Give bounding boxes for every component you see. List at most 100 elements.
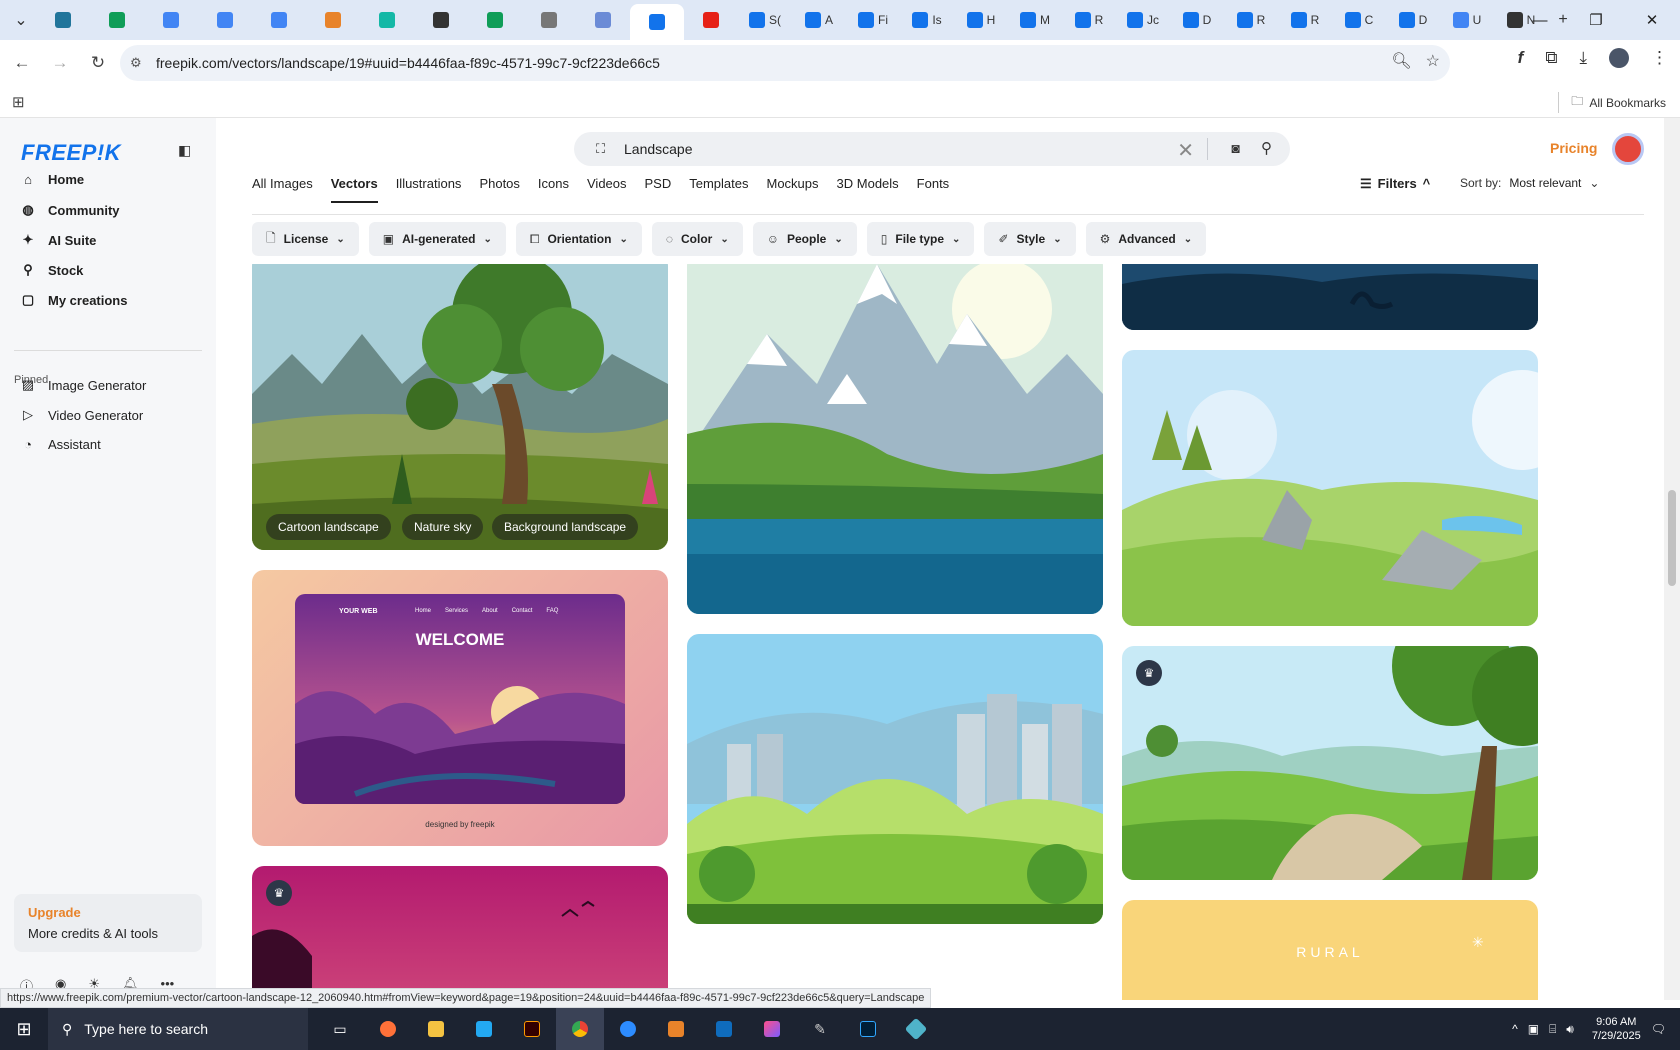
photoshop-app[interactable]	[844, 1008, 892, 1050]
sidebar-item-assistant[interactable]: ◔ Assistant	[20, 437, 101, 452]
result-card-city-park[interactable]	[687, 634, 1103, 924]
task-view-button[interactable]: ▭	[316, 1008, 364, 1050]
network-icon[interactable]: ⌸	[1549, 1022, 1556, 1037]
browser-tab[interactable]	[468, 4, 522, 36]
browser-tab[interactable]: D	[1170, 4, 1224, 36]
upgrade-card[interactable]: Upgrade More credits & AI tools	[14, 894, 202, 952]
sidebar-item-ai-suite[interactable]: ✦ AI Suite	[20, 232, 97, 248]
tag-chip[interactable]: Cartoon landscape	[266, 514, 391, 540]
browser-tab[interactable]: C	[1332, 4, 1386, 36]
browser-tab[interactable]: H	[954, 4, 1008, 36]
result-card-pink-sunset[interactable]: ♛	[252, 866, 668, 1000]
browser-tab[interactable]	[414, 4, 468, 36]
tab-vectors[interactable]: Vectors	[330, 176, 378, 203]
search-icon[interactable]: ⚲	[1261, 139, 1272, 157]
tag-chip[interactable]: Nature sky	[402, 514, 484, 540]
result-card-green-hills[interactable]	[1122, 350, 1538, 626]
zoom-icon[interactable]: 🔍︎	[1391, 51, 1411, 71]
taskbar-search[interactable]: ⚲ Type here to search	[48, 1008, 308, 1050]
filter-style[interactable]: ✐ Style ⌄	[984, 222, 1076, 256]
browser-tab[interactable]: U	[1440, 4, 1494, 36]
restore-button[interactable]: ❐	[1568, 0, 1624, 40]
notifications-icon[interactable]: 🗨	[1651, 1022, 1666, 1036]
site-info-icon[interactable]: ⚙	[130, 55, 142, 71]
firefox-app[interactable]	[364, 1008, 412, 1050]
tab-templates[interactable]: Templates	[689, 176, 748, 203]
browser-tab[interactable]	[36, 4, 90, 36]
browser-tab[interactable]: S(	[738, 4, 792, 36]
browser-tab[interactable]: A	[792, 4, 846, 36]
tab-search-button[interactable]: ⌄	[6, 5, 36, 35]
illustrator-app[interactable]	[508, 1008, 556, 1050]
result-card-web-landing[interactable]: YOUR WEB Home Services About Contact FAQ WEL…	[252, 570, 668, 846]
browser-tab[interactable]	[90, 4, 144, 36]
browser-tab[interactable]	[576, 4, 630, 36]
filter-ai-generated[interactable]: ▣ AI-generated ⌄	[368, 222, 506, 256]
browser-tab[interactable]	[684, 4, 738, 36]
omnibox[interactable]: ⚙ freepik.com/vectors/landscape/19#uuid=…	[120, 45, 1450, 81]
tab-videos[interactable]: Videos	[587, 176, 627, 203]
file-explorer-app[interactable]	[412, 1008, 460, 1050]
forward-button[interactable]: →	[44, 47, 76, 79]
search-input[interactable]: Landscape	[624, 141, 693, 157]
start-button[interactable]: ⊞	[0, 1008, 48, 1050]
zoom-app[interactable]	[604, 1008, 652, 1050]
volume-icon[interactable]: 🔊︎	[1566, 1022, 1574, 1037]
browser-tab[interactable]	[144, 4, 198, 36]
browser-tab[interactable]: R	[1278, 4, 1332, 36]
menu-kebab-icon[interactable]: ⋮	[1651, 48, 1668, 68]
filter-file-type[interactable]: ▯ File type ⌄	[866, 222, 975, 256]
browser-tab[interactable]: Jc	[1116, 4, 1170, 36]
sidebar-toggle-icon[interactable]: ◧	[178, 142, 191, 159]
browser-tab[interactable]: D	[1386, 4, 1440, 36]
clear-search-icon[interactable]: ✕	[1177, 138, 1194, 163]
result-card-countryside-tree[interactable]: ♛	[1122, 646, 1538, 880]
browser-tab[interactable]: M	[1008, 4, 1062, 36]
clock[interactable]: 9:06 AM 7/29/2025	[1592, 1015, 1641, 1043]
font-extension-icon[interactable]: f	[1518, 48, 1524, 68]
tag-chip[interactable]: Background landscape	[492, 514, 639, 540]
filter-people[interactable]: ☺ People ⌄	[752, 222, 857, 256]
filter-license[interactable]: 🗋 License ⌄	[252, 222, 359, 256]
scrollbar-thumb[interactable]	[1668, 490, 1676, 586]
camera-icon[interactable]: ◙	[1232, 140, 1240, 156]
minimize-button[interactable]: —	[1512, 0, 1568, 40]
browser-tab[interactable]	[360, 4, 414, 36]
browser-tab[interactable]: Fi	[846, 4, 900, 36]
gem-app[interactable]	[892, 1008, 940, 1050]
apps-grid-icon[interactable]: ⊞	[12, 93, 25, 111]
extensions-icon[interactable]: ⧉	[1545, 48, 1557, 68]
search-bar[interactable]: ⛶ Landscape ✕ ◙ ⚲	[574, 132, 1290, 166]
pricing-link[interactable]: Pricing	[1550, 140, 1597, 156]
filters-button[interactable]: ☰ Filters ^	[1360, 176, 1430, 192]
sort-dropdown[interactable]: Sort by: Most relevant ⌄	[1460, 176, 1599, 190]
chevron-up-icon[interactable]: ^	[1512, 1022, 1518, 1036]
vscode-app[interactable]	[460, 1008, 508, 1050]
browser-tab[interactable]	[522, 4, 576, 36]
sidebar-item-home[interactable]: ⌂ Home	[20, 172, 84, 187]
star-icon[interactable]: ☆	[1426, 51, 1440, 71]
tab-all-images[interactable]: All Images	[252, 176, 313, 203]
profile-avatar[interactable]	[1609, 48, 1629, 68]
tab-psd[interactable]: PSD	[645, 176, 672, 203]
tab-mockups[interactable]: Mockups	[767, 176, 819, 203]
sidebar-item-video-generator[interactable]: ▷ Video Generator	[20, 407, 143, 423]
sidebar-item-stock[interactable]: ⚲ Stock	[20, 262, 83, 278]
browser-tab[interactable]	[252, 4, 306, 36]
tab-3d-models[interactable]: 3D Models	[837, 176, 899, 203]
result-card-cartoon-landscape[interactable]: Cartoon landscape Nature sky Background la…	[252, 264, 668, 550]
outlook-app[interactable]	[700, 1008, 748, 1050]
result-card-mountain-lake[interactable]	[687, 264, 1103, 614]
display-icon[interactable]: ▣	[1528, 1022, 1539, 1036]
browser-tab[interactable]	[198, 4, 252, 36]
browser-tab[interactable]: R	[1062, 4, 1116, 36]
tab-photos[interactable]: Photos	[479, 176, 519, 203]
result-card-night-lake[interactable]	[1122, 264, 1538, 330]
sidebar-item-community[interactable]: ◍ Community	[20, 202, 119, 218]
close-window-button[interactable]: ✕	[1624, 0, 1680, 40]
freepik-logo[interactable]: FREEP!K	[21, 140, 121, 166]
html-app[interactable]	[652, 1008, 700, 1050]
chrome-app[interactable]	[556, 1008, 604, 1050]
tab-illustrations[interactable]: Illustrations	[396, 176, 462, 203]
filter-orientation[interactable]: ⧠ Orientation ⌄	[515, 222, 642, 256]
